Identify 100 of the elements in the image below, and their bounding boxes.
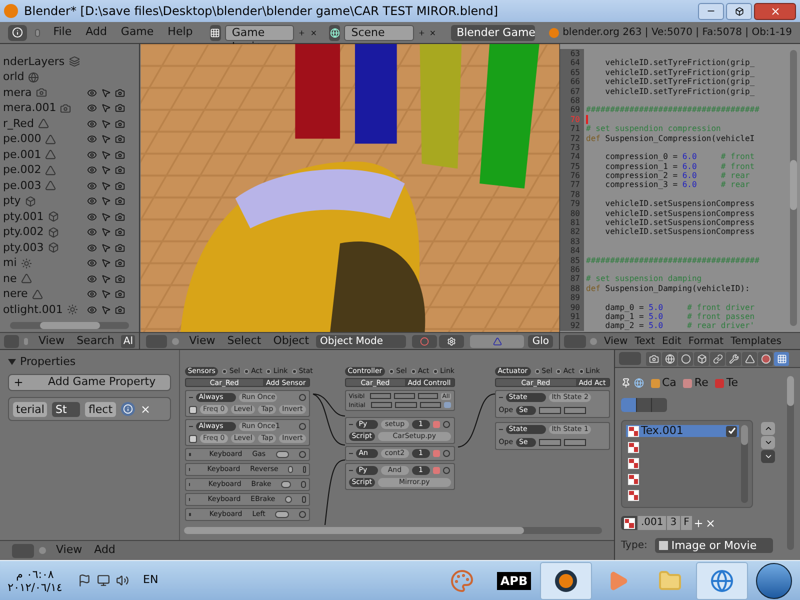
state-grid[interactable] [564,407,586,414]
material-tab[interactable] [758,352,773,366]
move-down-button[interactable] [761,436,775,449]
outliner-item[interactable]: mera [3,84,32,101]
outliner-item[interactable]: pe.002 [3,162,42,178]
cursor-icon[interactable] [101,258,111,268]
property-value-field[interactable]: flect [85,402,116,416]
modifiers-tab[interactable] [726,352,741,366]
texture-slot[interactable]: Tex.001 [626,425,739,437]
settings-icon[interactable] [442,421,450,428]
scene-selector[interactable]: Scene [344,24,414,40]
menu-item[interactable]: Help [162,24,198,41]
breadcrumb-item[interactable]: Ca [662,374,676,392]
menu-button[interactable] [761,450,775,463]
state-grid[interactable] [370,393,392,399]
outliner-item[interactable]: mi [3,255,17,272]
settings-icon[interactable] [301,481,306,488]
maximize-button[interactable] [726,2,752,20]
camera-icon[interactable] [115,212,125,222]
camera-icon[interactable] [115,304,125,315]
eye-icon[interactable] [87,304,97,315]
menu-item[interactable]: View [184,333,220,349]
cursor-icon[interactable] [101,165,111,176]
outliner-item[interactable]: pe.001 [3,146,42,163]
cursor-icon[interactable] [101,227,111,238]
menu-item[interactable]: Select [222,333,266,349]
vertical-scrollbar[interactable] [741,425,748,503]
eye-icon[interactable] [87,103,97,114]
camera-icon[interactable] [115,180,125,191]
settings-icon[interactable] [298,423,306,430]
texture-browse-button[interactable] [621,516,637,530]
eye-icon[interactable] [87,118,97,129]
pulse-toggle[interactable] [188,434,197,442]
state-grid[interactable] [394,393,415,399]
breadcrumb-item[interactable]: Te [726,374,738,392]
eye-icon[interactable] [87,134,97,144]
cursor-icon[interactable] [101,180,111,191]
world-tab[interactable] [678,352,693,366]
scene-tab[interactable] [662,352,677,366]
cursor-icon[interactable] [101,304,111,315]
eye-icon[interactable] [87,242,97,253]
settings-icon[interactable] [442,450,450,457]
camera-icon[interactable] [115,103,125,114]
filter-dropdown[interactable]: Al [121,334,135,348]
cursor-icon[interactable] [101,134,111,144]
cursor-icon[interactable] [101,242,111,253]
vertical-scrollbar[interactable] [790,50,797,326]
state-grid[interactable] [418,393,438,399]
remove-icon[interactable] [140,404,151,414]
state-grid[interactable] [420,402,441,408]
menu-item[interactable]: View [51,542,88,559]
menu-item[interactable]: Text [632,334,658,348]
eye-icon[interactable] [87,258,97,268]
eye-icon[interactable] [87,150,97,160]
camera-icon[interactable] [115,274,125,284]
orientation-dropdown[interactable]: Glo [528,334,553,348]
outliner-item[interactable]: ne [3,270,17,287]
scene-button[interactable] [329,24,340,40]
property-name-field[interactable]: terial [13,402,48,416]
cursor-icon[interactable] [101,88,111,98]
language-indicator[interactable]: EN [143,572,158,589]
eye-icon[interactable] [87,212,97,222]
menu-item[interactable]: Add [89,542,120,559]
cursor-icon[interactable] [101,289,111,300]
network-icon[interactable] [97,574,110,587]
pulse-toggle[interactable] [188,406,197,414]
outliner-item[interactable]: nderLayers [3,54,65,70]
camera-icon[interactable] [115,150,125,160]
settings-icon[interactable] [298,394,306,401]
taskbar-app-button[interactable]: APB [488,562,540,600]
camera-icon[interactable] [115,258,125,268]
object-tab[interactable] [694,352,709,366]
priority-toggle[interactable] [432,450,440,457]
priority-toggle[interactable] [432,421,440,428]
cursor-icon[interactable] [101,118,111,129]
cursor-icon[interactable] [101,150,111,160]
camera-icon[interactable] [115,134,125,144]
add-icon[interactable] [693,518,704,528]
settings-icon[interactable] [302,496,306,503]
texture-name-field[interactable]: .001 [638,516,666,530]
camera-icon[interactable] [115,118,125,129]
menu-item[interactable]: Templates [728,334,784,348]
outliner-item[interactable]: otlight.001 [3,302,63,318]
menu-item[interactable]: Game [116,24,159,41]
pin-icon[interactable] [621,378,631,388]
outliner-item[interactable]: pe.003 [3,178,42,194]
outliner-item[interactable]: nere [3,286,28,302]
data-tab[interactable] [742,352,757,366]
camera-icon[interactable] [115,289,125,300]
toggle-buttons[interactable] [281,481,292,488]
constraints-tab[interactable] [710,352,725,366]
state-grid[interactable] [371,402,392,408]
menu-item[interactable]: Add [80,24,112,41]
collapse-icon[interactable] [34,28,40,36]
menu-item[interactable]: View [601,334,631,348]
priority-toggle[interactable] [432,467,440,474]
camera-icon[interactable] [115,242,125,253]
menu-item[interactable]: View [33,332,70,350]
menu-item[interactable]: Edit [658,334,684,348]
toggle-buttons[interactable] [288,466,293,473]
